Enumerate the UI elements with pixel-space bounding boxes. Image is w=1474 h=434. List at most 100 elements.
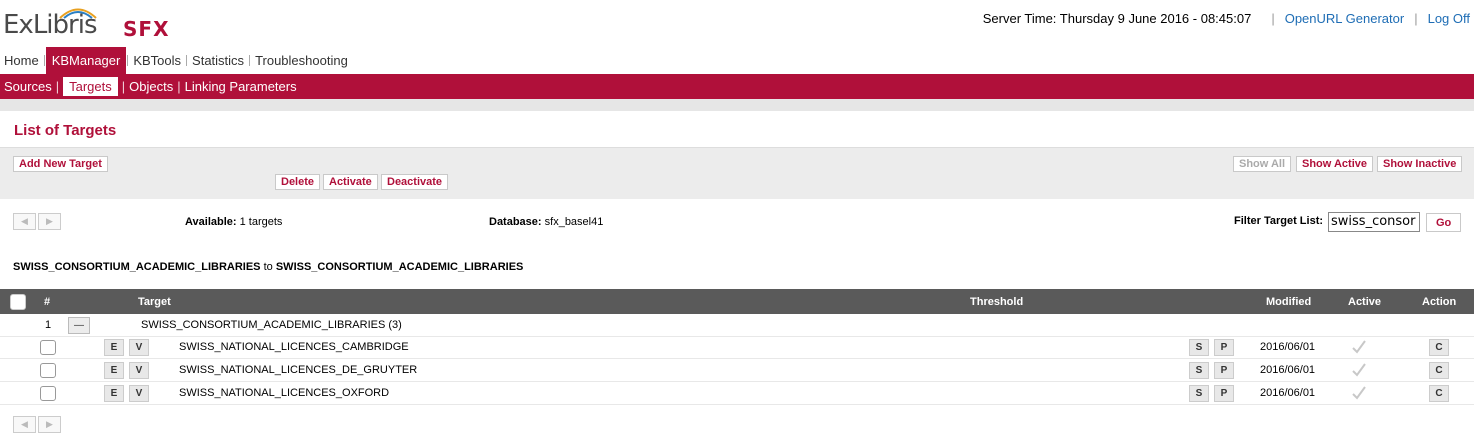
- nav-divider: [43, 55, 45, 66]
- deactivate-button[interactable]: Deactivate: [381, 174, 449, 190]
- modified-date: 2016/06/01: [1260, 341, 1316, 353]
- nav-divider: [186, 55, 188, 66]
- subnav-separator: |: [121, 79, 126, 94]
- arrow-left-icon: ◀: [21, 216, 28, 226]
- subnav-linking-parameters[interactable]: Linking Parameters: [181, 74, 301, 99]
- header-band: [0, 99, 1474, 111]
- server-time: Server Time: Thursday 9 June 2016 - 08:4…: [982, 11, 1252, 26]
- page-title: List of Targets: [14, 122, 117, 139]
- nav-divider: [127, 55, 129, 66]
- row-checkbox[interactable]: [40, 363, 56, 378]
- openurl-generator-link[interactable]: OpenURL Generator: [1285, 11, 1404, 26]
- available-label: Available:: [185, 216, 237, 228]
- table-header: # Target Threshold Modified Active Actio…: [0, 289, 1474, 314]
- available-value: 1 targets: [239, 216, 283, 228]
- log-off-link[interactable]: Log Off: [1428, 11, 1470, 26]
- logo-sub-text: SFX: [123, 17, 170, 41]
- arrow-left-icon: ◀: [21, 419, 28, 429]
- edit-button[interactable]: E: [104, 339, 124, 356]
- previous-page-button[interactable]: ◀: [13, 416, 36, 433]
- subnav-separator: |: [55, 79, 60, 94]
- edit-button[interactable]: E: [104, 362, 124, 379]
- active-check-icon: [1352, 340, 1366, 354]
- nav-kbmanager[interactable]: KBManager: [45, 47, 127, 74]
- arrow-right-icon: ▶: [46, 419, 53, 429]
- pager-top: ◀ ▶: [13, 213, 61, 230]
- nav-kbtools[interactable]: KBTools: [129, 47, 185, 74]
- collapse-group-button[interactable]: —: [68, 317, 90, 334]
- modified-date: 2016/06/01: [1260, 364, 1316, 376]
- show-active-button[interactable]: Show Active: [1296, 156, 1373, 172]
- arrow-right-icon: ▶: [46, 216, 53, 226]
- header-number: #: [44, 296, 51, 308]
- show-all-button[interactable]: Show All: [1233, 156, 1292, 172]
- range-to: SWISS_CONSORTIUM_ACADEMIC_LIBRARIES: [275, 261, 524, 273]
- view-button[interactable]: V: [129, 362, 149, 379]
- header-action: Action: [1422, 296, 1457, 308]
- filter-label-text: Filter Target List:: [1234, 215, 1324, 227]
- select-all-checkbox[interactable]: [10, 294, 26, 310]
- range-from: SWISS_CONSORTIUM_ACADEMIC_LIBRARIES: [13, 261, 261, 273]
- p-button[interactable]: P: [1214, 385, 1234, 402]
- database-info: Database: sfx_basel41: [489, 216, 603, 228]
- c-button[interactable]: C: [1429, 385, 1449, 402]
- nav-troubleshooting[interactable]: Troubleshooting: [251, 47, 352, 74]
- table-row: E V SWISS_NATIONAL_LICENCES_OXFORD S P 2…: [0, 382, 1474, 405]
- activate-button[interactable]: Activate: [323, 174, 378, 190]
- subnav-objects[interactable]: Objects: [125, 74, 177, 99]
- exlibris-sfx-logo: ExLibris SFX: [3, 2, 173, 44]
- c-button[interactable]: C: [1429, 362, 1449, 379]
- header-modified: Modified: [1266, 296, 1312, 308]
- view-button[interactable]: V: [129, 339, 149, 356]
- pager-bottom: ◀ ▶: [13, 416, 61, 433]
- group-name: SWISS_CONSORTIUM_ACADEMIC_LIBRARIES (3): [141, 319, 402, 331]
- subnav-separator: |: [177, 79, 181, 94]
- target-name: SWISS_NATIONAL_LICENCES_OXFORD: [179, 387, 390, 399]
- table-group-row: 1 — SWISS_CONSORTIUM_ACADEMIC_LIBRARIES …: [0, 314, 1474, 337]
- header-threshold: Threshold: [970, 296, 1024, 308]
- header-target: Target: [138, 296, 171, 308]
- target-name: SWISS_NATIONAL_LICENCES_CAMBRIDGE: [179, 341, 409, 353]
- row-checkbox[interactable]: [40, 386, 56, 401]
- header-separator: |: [1271, 11, 1275, 26]
- database-label: Database:: [489, 216, 542, 228]
- header-active: Active: [1348, 296, 1382, 308]
- next-page-button[interactable]: ▶: [38, 416, 61, 433]
- range-to-word: to: [263, 261, 273, 273]
- top-navigation: Home KBManager KBTools Statistics Troubl…: [0, 47, 352, 74]
- nav-home[interactable]: Home: [0, 47, 43, 74]
- database-value: sfx_basel41: [544, 216, 604, 228]
- delete-button[interactable]: Delete: [275, 174, 321, 190]
- s-button[interactable]: S: [1189, 362, 1209, 379]
- previous-page-button[interactable]: ◀: [13, 213, 36, 230]
- subnav-targets[interactable]: Targets: [63, 77, 118, 96]
- go-button[interactable]: Go: [1426, 213, 1462, 232]
- add-new-target-button[interactable]: Add New Target: [13, 156, 108, 172]
- action-panel: [0, 147, 1474, 199]
- s-button[interactable]: S: [1189, 339, 1209, 356]
- active-check-icon: [1352, 363, 1366, 377]
- filter-target-input[interactable]: swiss_consor: [1328, 212, 1420, 232]
- show-inactive-button[interactable]: Show Inactive: [1377, 156, 1463, 172]
- header-separator: |: [1414, 11, 1418, 26]
- row-checkbox[interactable]: [40, 340, 56, 355]
- modified-date: 2016/06/01: [1260, 387, 1316, 399]
- target-range: SWISS_CONSORTIUM_ACADEMIC_LIBRARIES to S…: [13, 261, 523, 273]
- target-name: SWISS_NATIONAL_LICENCES_DE_GRUYTER: [179, 364, 418, 376]
- table-row: E V SWISS_NATIONAL_LICENCES_CAMBRIDGE S …: [0, 336, 1474, 359]
- subnav-sources[interactable]: Sources: [0, 74, 56, 99]
- p-button[interactable]: P: [1214, 339, 1234, 356]
- p-button[interactable]: P: [1214, 362, 1234, 379]
- title-bar: List of Targets: [0, 111, 1474, 147]
- filter-label: Filter Target List:: [1234, 215, 1323, 227]
- nav-divider: [249, 55, 251, 66]
- edit-button[interactable]: E: [104, 385, 124, 402]
- active-check-icon: [1352, 386, 1366, 400]
- group-number: 1: [45, 319, 52, 331]
- next-page-button[interactable]: ▶: [38, 213, 61, 230]
- nav-statistics[interactable]: Statistics: [188, 47, 248, 74]
- table-row: E V SWISS_NATIONAL_LICENCES_DE_GRUYTER S…: [0, 359, 1474, 382]
- s-button[interactable]: S: [1189, 385, 1209, 402]
- c-button[interactable]: C: [1429, 339, 1449, 356]
- view-button[interactable]: V: [129, 385, 149, 402]
